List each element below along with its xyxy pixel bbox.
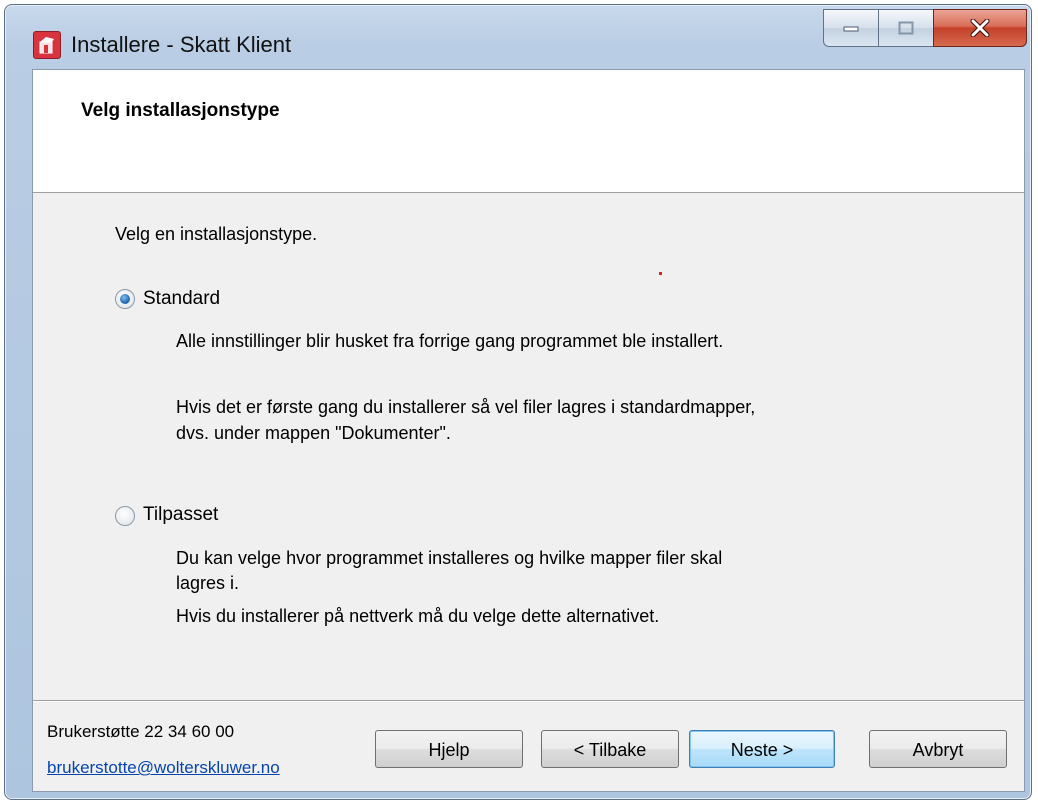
next-button[interactable]: Neste > bbox=[689, 730, 835, 768]
radio-tilpasset[interactable] bbox=[115, 506, 135, 526]
tilpasset-description-3: Hvis du installerer på nettverk må du ve… bbox=[176, 606, 660, 626]
close-button[interactable] bbox=[933, 9, 1027, 47]
footer-divider bbox=[33, 700, 1024, 702]
title-bar[interactable]: Installere - Skatt Klient bbox=[5, 5, 1031, 79]
tilpasset-description-1: Du kan velge hvor programmet installeres… bbox=[176, 548, 723, 568]
minimize-button[interactable] bbox=[823, 9, 879, 47]
package-icon bbox=[33, 31, 61, 59]
help-button[interactable]: Hjelp bbox=[375, 730, 523, 768]
close-icon bbox=[970, 19, 990, 37]
support-email-link[interactable]: brukerstotte@wolterskluwer.no bbox=[47, 758, 280, 778]
support-phone: Brukerstøtte 22 34 60 00 bbox=[47, 722, 235, 741]
radio-tilpasset-label[interactable]: Tilpasset bbox=[143, 504, 218, 526]
wizard-client-area: Velg installasjonstype Velg en installas… bbox=[32, 69, 1025, 792]
standard-description-3: dvs. under mappen "Dokumenter". bbox=[176, 423, 451, 443]
maximize-icon bbox=[898, 21, 914, 35]
wizard-header: Velg installasjonstype bbox=[33, 70, 1024, 193]
page-title: Velg installasjonstype bbox=[81, 100, 280, 121]
tilpasset-description-2: lagres i. bbox=[176, 573, 240, 593]
standard-description-1: Alle innstillinger blir husket fra forri… bbox=[176, 331, 724, 351]
stray-pixel bbox=[659, 272, 662, 275]
radio-standard-label[interactable]: Standard bbox=[143, 288, 220, 310]
installer-window: Installere - Skatt Klient Velg installas… bbox=[4, 4, 1032, 800]
cancel-button[interactable]: Avbryt bbox=[869, 730, 1007, 768]
minimize-icon bbox=[843, 26, 859, 32]
back-button[interactable]: < Tilbake bbox=[541, 730, 679, 768]
maximize-button[interactable] bbox=[878, 9, 934, 47]
window-title: Installere - Skatt Klient bbox=[71, 32, 292, 57]
radio-standard[interactable] bbox=[115, 289, 135, 309]
standard-description-2: Hvis det er første gang du installerer s… bbox=[176, 397, 756, 417]
instruction-text: Velg en installasjonstype. bbox=[115, 224, 318, 244]
